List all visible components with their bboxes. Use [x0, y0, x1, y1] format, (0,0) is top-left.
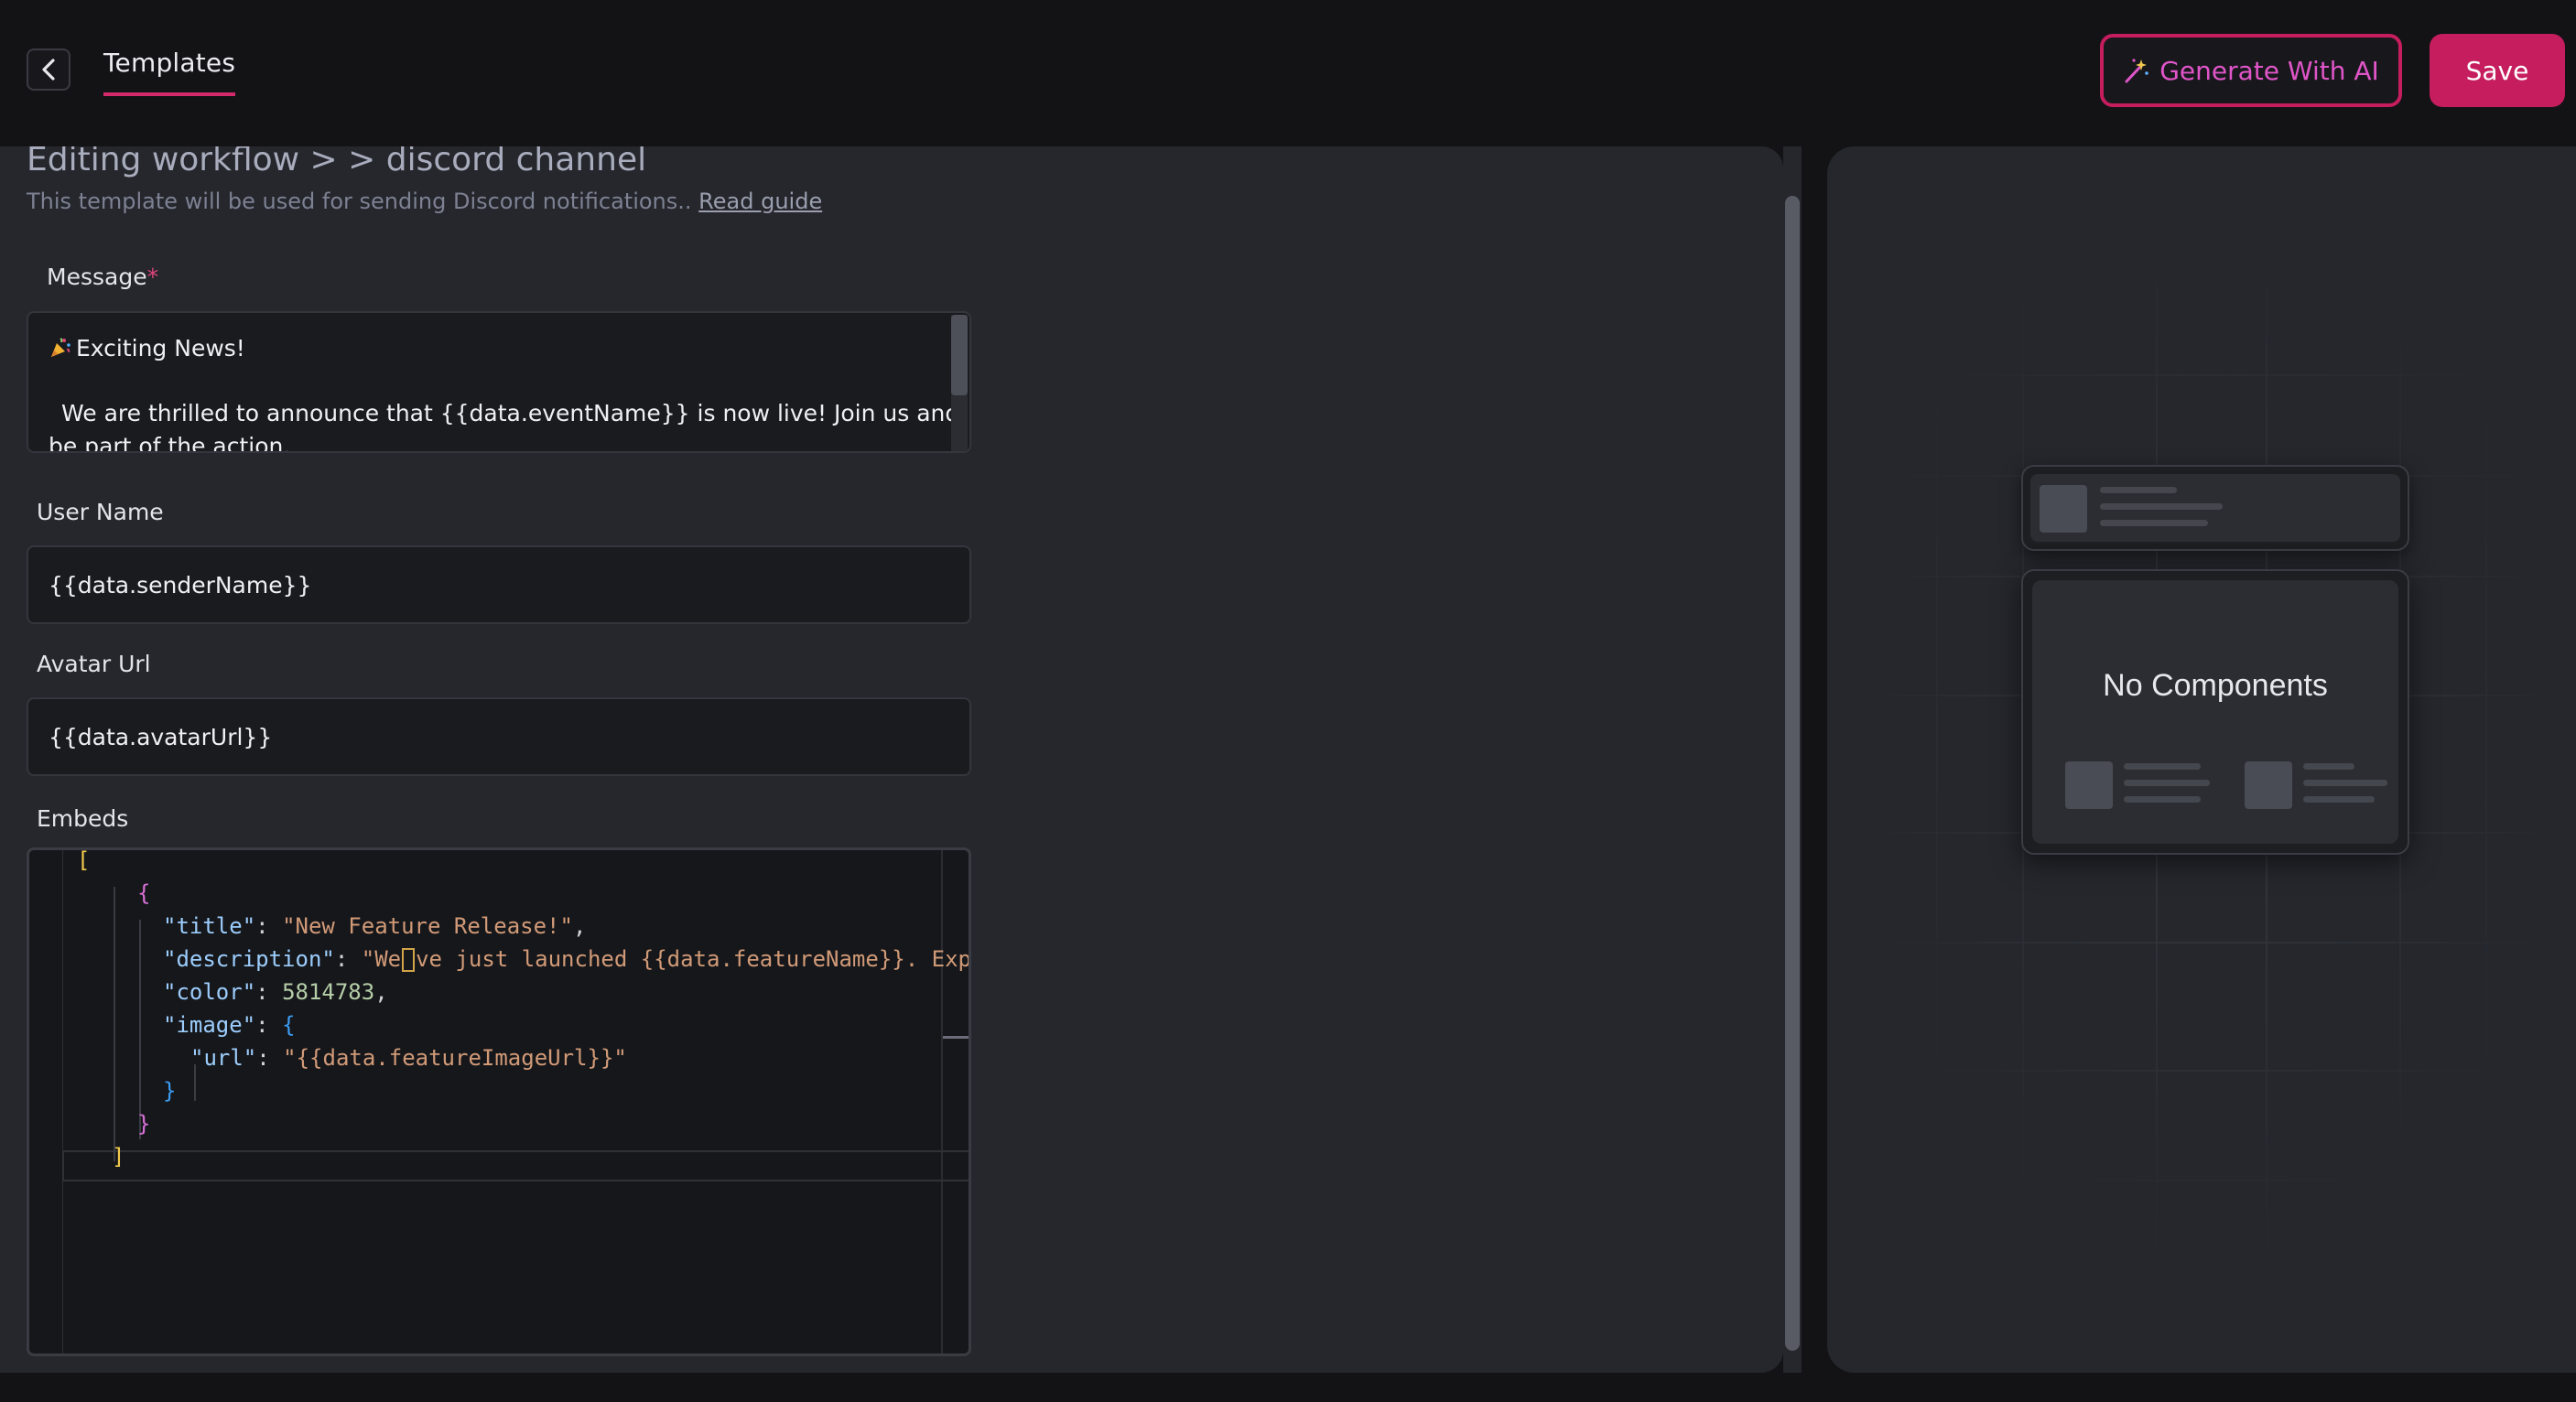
code-token: ve just launched {{data.featureName}}. E…	[416, 946, 971, 972]
code-line: }	[163, 1074, 176, 1107]
skeleton-line	[2303, 763, 2354, 770]
generate-with-ai-label: Generate With AI	[2159, 55, 2379, 86]
message-line-2-text: We are thrilled to announce that {{data.…	[49, 400, 960, 453]
message-label: Message*	[47, 264, 158, 290]
embeds-code-editor[interactable]: [ { "title": "New Feature Release!", "de…	[27, 847, 971, 1356]
empty-state-card: No Components	[2021, 569, 2409, 855]
breadcrumb: Editing workflow > > discord channel	[27, 146, 647, 178]
indent-guide	[114, 887, 115, 1161]
code-line: ]	[112, 1140, 124, 1173]
code-line: "description": "We ve just launched {{dat…	[163, 946, 971, 972]
code-line: {	[137, 877, 150, 910]
preview-panel: No Components	[1827, 146, 2576, 1373]
message-line-2: We are thrilled to announce that {{data.…	[49, 397, 964, 453]
message-line-1: Exciting News!	[49, 335, 245, 361]
text-cursor	[402, 948, 416, 972]
avatar-url-input[interactable]: {{data.avatarUrl}}	[27, 697, 971, 776]
skeleton-avatar	[2245, 761, 2292, 809]
code-token: "{{data.featureImageUrl}}"	[283, 1045, 627, 1071]
code-line: "image": {	[163, 1012, 296, 1038]
generate-with-ai-button[interactable]: Generate With AI	[2100, 34, 2402, 107]
skeleton-line	[2100, 487, 2177, 493]
avatar-url-label: Avatar Url	[37, 651, 151, 677]
code-minimap-divider	[941, 850, 943, 1353]
skeleton-avatar	[2065, 761, 2113, 809]
top-bar: Templates Generate With AI Save	[0, 0, 2576, 145]
code-active-line	[62, 1150, 969, 1181]
code-token: {	[137, 880, 151, 906]
embeds-label: Embeds	[37, 805, 129, 832]
indent-guide	[139, 920, 141, 1139]
no-components-text: No Components	[2103, 668, 2328, 703]
code-token: "url"	[190, 1045, 257, 1071]
party-popper-icon	[51, 338, 70, 357]
code-minimap-marker	[943, 1036, 969, 1039]
skeleton-line	[2100, 520, 2208, 526]
magic-wand-icon	[2125, 59, 2149, 83]
code-line: }	[137, 1107, 150, 1140]
code-token: "description"	[163, 946, 335, 972]
code-line: [	[77, 847, 91, 877]
message-line-1-text: Exciting News!	[76, 335, 245, 361]
save-button[interactable]: Save	[2430, 34, 2565, 107]
code-token: ]	[112, 1144, 125, 1170]
code-token: }	[137, 1111, 151, 1137]
code-token: "color"	[163, 979, 256, 1005]
skeleton-line	[2100, 503, 2223, 510]
code-token: "image"	[163, 1012, 256, 1038]
read-guide-link[interactable]: Read guide	[698, 189, 822, 214]
code-token: {	[282, 1012, 296, 1038]
message-textarea[interactable]: Exciting News! We are thrilled to announ…	[27, 311, 971, 453]
editor-subtitle: This template will be used for sending D…	[27, 189, 822, 214]
username-label: User Name	[37, 499, 164, 525]
skeleton-line	[2124, 796, 2201, 803]
subtitle-text: This template will be used for sending D…	[27, 189, 692, 214]
code-token: "We	[361, 946, 402, 972]
code-line: "color": 5814783,	[163, 979, 388, 1005]
code-gutter-divider	[62, 850, 63, 1353]
required-mark: *	[146, 264, 159, 290]
avatar-url-value: {{data.avatarUrl}}	[49, 723, 273, 750]
skeleton-avatar	[2040, 485, 2087, 533]
preview-placeholder-card	[2021, 465, 2409, 551]
code-token: }	[163, 1078, 177, 1104]
skeleton-line	[2124, 780, 2210, 786]
code-token: 5814783	[282, 979, 375, 1005]
code-token: "title"	[163, 913, 256, 939]
back-button[interactable]	[27, 49, 70, 91]
chevron-left-icon	[42, 59, 55, 81]
skeleton-line	[2303, 780, 2387, 786]
code-line: "title": "New Feature Release!",	[163, 913, 587, 939]
message-scrollbar-thumb[interactable]	[951, 315, 968, 395]
skeleton-line	[2124, 763, 2201, 770]
code-token: "New Feature Release!"	[282, 913, 573, 939]
message-label-text: Message	[47, 264, 147, 290]
username-value: {{data.senderName}}	[49, 571, 312, 599]
skeleton-line	[2303, 796, 2375, 803]
code-line: "url": "{{data.featureImageUrl}}"	[190, 1045, 627, 1071]
code-token: [	[77, 847, 91, 873]
editor-panel: Editing workflow > > discord channel Thi…	[0, 146, 1783, 1373]
tab-templates[interactable]: Templates	[103, 48, 236, 96]
username-input[interactable]: {{data.senderName}}	[27, 545, 971, 624]
editor-scrollbar-thumb[interactable]	[1785, 196, 1800, 1351]
